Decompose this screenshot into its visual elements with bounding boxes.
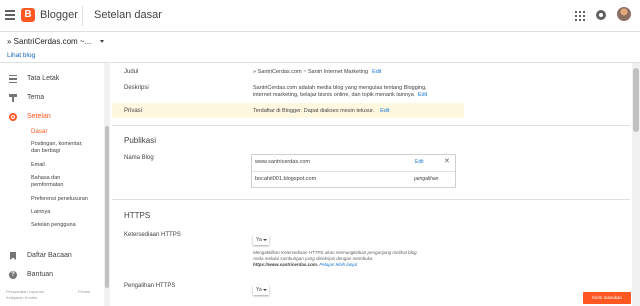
sidebar-item-theme[interactable]: Tema	[0, 92, 104, 106]
help-icon: ?	[9, 271, 17, 279]
blog-name-label: Nama Blog	[124, 155, 154, 161]
sidebar-subitem-language[interactable]: Bahasa dan	[31, 175, 60, 182]
section-divider	[112, 199, 630, 200]
sidebar-item-help[interactable]: ? Bantuan	[0, 269, 104, 283]
page-title: Setelan dasar	[94, 9, 162, 21]
https-description: Mengaktifkan Ketersediaan HTTPS akan mem…	[253, 250, 473, 268]
blogspot-address: bocahit001.blogspot.com	[255, 176, 317, 182]
sidebar-subitem-other[interactable]: Lainnya	[31, 209, 50, 216]
sidebar-subitem-posts-cont[interactable]: dan berbagi	[31, 148, 60, 155]
settings-panel: Judul » SantriCerdas.com ~ Santri Intern…	[112, 63, 632, 306]
learn-more-link[interactable]: Pelajari lebih lanjut	[319, 262, 357, 267]
divider	[252, 171, 455, 172]
main-scrollbar-thumb[interactable]	[633, 68, 639, 132]
privacy-text: Terdaftar di Blogger. Dapat diakses mesi…	[253, 108, 375, 114]
blog-address-box: www.santricerdas.com Edit ✕ bocahit001.b…	[251, 154, 456, 188]
title-edit-link[interactable]: Edit	[372, 69, 381, 75]
view-blog-link[interactable]: Lihat blog	[7, 52, 35, 59]
sidebar-scrollbar-thumb[interactable]	[105, 126, 109, 288]
custom-domain: www.santricerdas.com	[255, 159, 311, 165]
app-name: Blogger	[40, 9, 78, 21]
chevron-down-icon[interactable]	[100, 40, 104, 43]
https-section-title: HTTPS	[124, 211, 151, 220]
sidebar-subitem-posts[interactable]: Postingan, komentar,	[31, 141, 83, 148]
content-policy-link[interactable]: Kebijakan Konten	[6, 295, 37, 300]
sidebar-subitem-search-prefs[interactable]: Preferensi penelusuran	[31, 196, 88, 203]
sidebar-subitem-email[interactable]: Email	[31, 162, 45, 169]
close-icon[interactable]: ✕	[444, 157, 450, 165]
https-availability-select[interactable]: Ya	[253, 235, 269, 245]
publishing-section-title: Publikasi	[124, 136, 157, 145]
bookmark-icon	[10, 252, 16, 260]
select-value: Ya	[256, 237, 262, 243]
send-feedback-button[interactable]: Kirim masukan	[583, 292, 631, 304]
sidebar: Tata Letak Tema Setelan Dasar Postingan,…	[0, 63, 112, 306]
https-url: https://www.santricerdas.com.	[253, 262, 319, 267]
sidebar-item-layout[interactable]: Tata Letak	[0, 73, 104, 87]
privacy-edit-link[interactable]: Edit	[380, 108, 389, 114]
https-availability-label: Ketersediaan HTTPS	[124, 232, 181, 238]
apps-grid-icon[interactable]	[575, 11, 585, 21]
blog-selector[interactable]: » SantriCerdas.com ~...	[7, 37, 91, 46]
theme-icon	[9, 94, 17, 102]
title-label: Judul	[124, 69, 139, 75]
title-text: » SantriCerdas.com ~ Santri Internet Mar…	[253, 69, 369, 75]
description-line: internet marketing, belajar bisnis onlin…	[253, 91, 414, 98]
privacy-value: Terdaftar di Blogger. Dapat diakses mesi…	[253, 108, 390, 115]
sidebar-item-label: Daftar Bacaan	[27, 252, 72, 259]
layout-icon	[9, 75, 17, 83]
privacy-label: Privasi	[124, 108, 143, 114]
notifications-icon[interactable]	[596, 10, 606, 20]
settings-icon	[9, 113, 17, 121]
blogger-logo[interactable]: B	[21, 8, 35, 22]
sidebar-subitem-language-cont[interactable]: pemformatan	[31, 182, 63, 189]
avatar[interactable]	[617, 7, 631, 21]
sidebar-subitem-basic[interactable]: Dasar	[31, 128, 48, 136]
top-app-bar: B Blogger Setelan dasar	[0, 0, 640, 32]
section-divider	[112, 125, 630, 126]
domain-edit-link[interactable]: Edit	[415, 159, 424, 165]
select-value: Ya	[256, 287, 262, 293]
sidebar-subitem-users[interactable]: Setelan pengguna	[31, 222, 76, 229]
description-value: SantriCerdas.com adalah media blog yang …	[253, 85, 427, 98]
terms-link[interactable]: Persyaratan Layanan	[6, 289, 44, 294]
description-edit-link[interactable]: Edit	[418, 92, 427, 98]
menu-icon[interactable]	[5, 10, 15, 20]
sidebar-item-label: Tata Letak	[27, 75, 60, 82]
sidebar-item-reading-list[interactable]: Daftar Bacaan	[0, 250, 104, 264]
topbar-divider	[82, 6, 83, 26]
redirect-status: pengalihan	[414, 176, 439, 182]
title-value: » SantriCerdas.com ~ Santri Internet Mar…	[253, 69, 382, 76]
privacy-link[interactable]: Privasi	[78, 289, 90, 294]
sidebar-item-label: Setelan	[27, 113, 51, 120]
description-label: Deskripsi	[124, 85, 149, 91]
https-redirect-select[interactable]: Ya	[253, 285, 269, 295]
sidebar-item-settings[interactable]: Setelan	[0, 111, 104, 125]
sidebar-item-label: Bantuan	[27, 271, 54, 278]
https-redirect-label: Pengalihan HTTPS	[124, 283, 176, 289]
sidebar-item-label: Tema	[27, 94, 45, 101]
